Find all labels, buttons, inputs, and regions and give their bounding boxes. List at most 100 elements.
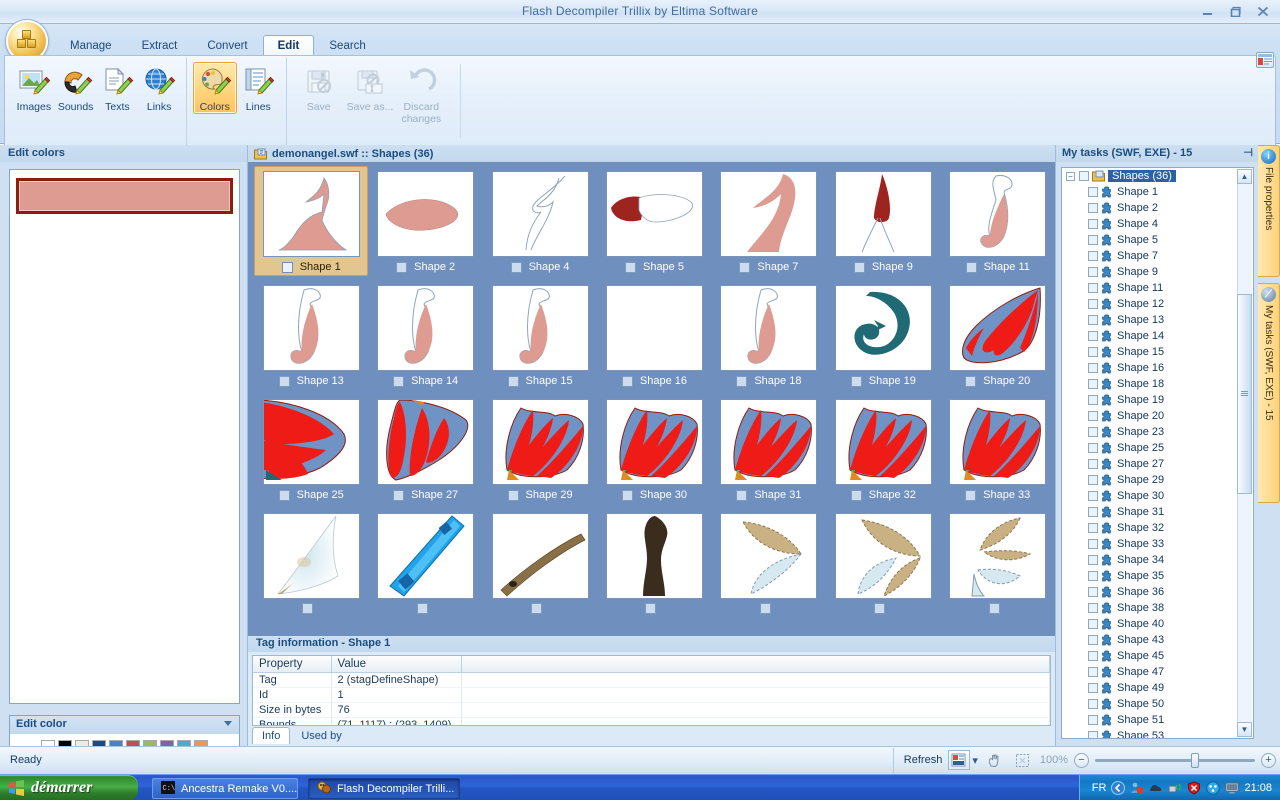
tree-node[interactable]: Shape 40 (1062, 616, 1236, 632)
tree-node[interactable]: Shape 7 (1062, 248, 1236, 264)
node-checkbox[interactable] (1088, 635, 1098, 645)
ribbon-button-discard-changes[interactable]: Discard changes (396, 62, 447, 126)
shape-checkbox[interactable] (736, 489, 748, 501)
tree-node-root[interactable]: − Shapes (36) (1062, 168, 1236, 184)
shape-thumb-cell[interactable]: Shape 11 (941, 166, 1055, 276)
ribbon-button-save[interactable]: Save (293, 62, 344, 126)
shape-checkbox[interactable] (396, 261, 408, 273)
node-checkbox[interactable] (1088, 315, 1098, 325)
clock[interactable]: 21:08 (1244, 782, 1272, 794)
tree-node[interactable]: Shape 27 (1062, 456, 1236, 472)
tab-manage[interactable]: Manage (55, 35, 127, 57)
minimize-button[interactable] (1196, 2, 1218, 20)
node-checkbox[interactable] (1088, 267, 1098, 277)
column-header-property[interactable]: Property (253, 656, 332, 673)
view-mode-icon[interactable] (948, 750, 971, 770)
tab-convert[interactable]: Convert (192, 35, 262, 57)
shape-checkbox[interactable] (965, 489, 977, 501)
tree-node[interactable]: Shape 23 (1062, 424, 1236, 440)
scroll-down-button[interactable]: ▼ (1237, 722, 1252, 737)
shape-thumb-cell[interactable]: Shape 5 (597, 166, 711, 276)
tree-node[interactable]: Shape 11 (1062, 280, 1236, 296)
shape-thumb-cell[interactable]: Shape 33 (941, 394, 1055, 504)
shape-checkbox[interactable] (510, 261, 522, 273)
zoom-in-button[interactable]: + (1261, 752, 1276, 768)
node-checkbox[interactable] (1088, 219, 1098, 229)
node-checkbox[interactable] (1088, 523, 1098, 533)
shape-thumb-cell[interactable]: Shape 31 (712, 394, 826, 504)
node-checkbox[interactable] (1079, 171, 1089, 181)
node-checkbox[interactable] (1088, 603, 1098, 613)
tree-node[interactable]: Shape 36 (1062, 584, 1236, 600)
tree-node[interactable]: Shape 12 (1062, 296, 1236, 312)
tag-properties-table[interactable]: Property Value Tag 2 (stagDefineShape) I… (252, 655, 1051, 726)
shape-checkbox[interactable] (507, 375, 519, 387)
show-hidden-icons-button[interactable] (1111, 781, 1126, 795)
tree-node[interactable]: Shape 15 (1062, 344, 1236, 360)
shape-thumb-cell[interactable] (597, 508, 711, 617)
ribbon-button-lines[interactable]: Lines (237, 62, 281, 114)
messenger-icon[interactable] (1130, 781, 1144, 795)
shape-checkbox[interactable] (621, 489, 633, 501)
tree-node[interactable]: Shape 43 (1062, 632, 1236, 648)
node-checkbox[interactable] (1088, 203, 1098, 213)
network-icon[interactable] (1168, 781, 1182, 795)
display-icon[interactable] (1225, 781, 1240, 795)
tree-node[interactable]: Shape 16 (1062, 360, 1236, 376)
tree-node[interactable]: Shape 50 (1062, 696, 1236, 712)
tree-node[interactable]: Shape 4 (1062, 216, 1236, 232)
shape-thumb-cell[interactable]: Shape 14 (368, 280, 482, 390)
table-row[interactable]: Tag 2 (stagDefineShape) (253, 672, 1050, 688)
ribbon-button-links[interactable]: Links (138, 62, 180, 114)
node-checkbox[interactable] (1088, 459, 1098, 469)
node-checkbox[interactable] (1088, 379, 1098, 389)
tree-node[interactable]: Shape 34 (1062, 552, 1236, 568)
ribbon-button-texts[interactable]: Texts (97, 62, 139, 114)
node-checkbox[interactable] (1088, 491, 1098, 501)
shape-checkbox[interactable] (645, 603, 657, 614)
shape-thumb-cell[interactable] (483, 508, 597, 617)
node-checkbox[interactable] (1088, 187, 1098, 197)
table-row[interactable]: Size in bytes 76 (253, 702, 1050, 718)
table-row[interactable]: Id 1 (253, 687, 1050, 703)
zoom-slider[interactable] (1095, 752, 1255, 768)
tree-node[interactable]: Shape 47 (1062, 664, 1236, 680)
shape-checkbox[interactable] (965, 261, 977, 273)
tree-node[interactable]: Shape 25 (1062, 440, 1236, 456)
shape-checkbox[interactable] (281, 261, 293, 273)
tree-node[interactable]: Shape 1 (1062, 184, 1236, 200)
language-indicator[interactable]: FR (1092, 782, 1107, 794)
node-checkbox[interactable] (1088, 283, 1098, 293)
shape-thumb-cell[interactable] (368, 508, 482, 617)
tree-scrollbar[interactable]: ▲ ▼ (1237, 169, 1252, 737)
tab-used-by[interactable]: Used by (292, 728, 350, 744)
zoom-slider-thumb[interactable] (1191, 752, 1199, 768)
tree-node[interactable]: Shape 30 (1062, 488, 1236, 504)
node-checkbox[interactable] (1088, 411, 1098, 421)
shape-checkbox[interactable] (278, 489, 290, 501)
node-checkbox[interactable] (1088, 731, 1098, 738)
shape-thumb-cell[interactable]: Shape 29 (483, 394, 597, 504)
ribbon-options-button[interactable] (1256, 52, 1274, 68)
shape-checkbox[interactable] (393, 489, 405, 501)
tree-node[interactable]: Shape 18 (1062, 376, 1236, 392)
ribbon-button-images[interactable]: Images (13, 62, 55, 114)
shape-checkbox[interactable] (302, 603, 314, 614)
node-checkbox[interactable] (1088, 683, 1098, 693)
daemon-tools-icon[interactable] (1206, 781, 1221, 795)
colors-list[interactable] (9, 169, 240, 704)
node-checkbox[interactable] (1088, 347, 1098, 357)
node-checkbox[interactable] (1088, 299, 1098, 309)
tab-search[interactable]: Search (314, 35, 380, 57)
tree-node[interactable]: Shape 13 (1062, 312, 1236, 328)
tree-node[interactable]: Shape 31 (1062, 504, 1236, 520)
shape-thumb-cell[interactable]: Shape 2 (368, 166, 482, 276)
tree-node[interactable]: Shape 19 (1062, 392, 1236, 408)
refresh-button[interactable]: Refresh (904, 754, 943, 766)
scroll-up-button[interactable]: ▲ (1237, 169, 1252, 184)
restore-button[interactable] (1224, 2, 1246, 20)
tree-node[interactable]: Shape 5 (1062, 232, 1236, 248)
tree-node[interactable]: Shape 38 (1062, 600, 1236, 616)
tab-info[interactable]: Info (252, 727, 291, 744)
taskbar-item-ancestra[interactable]: C:\ Ancestra Remake V0.... (152, 778, 298, 799)
